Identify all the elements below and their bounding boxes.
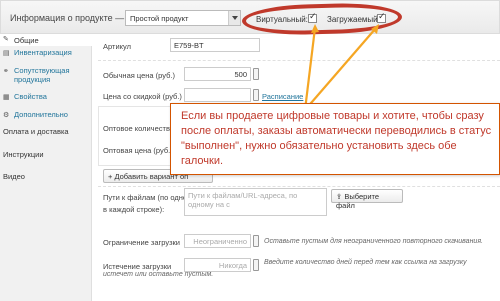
arrowhead-virtual bbox=[311, 24, 319, 33]
annotation-callout: Если вы продаете цифровые товары и хотит… bbox=[170, 103, 500, 175]
arrow-to-virtual bbox=[303, 27, 317, 111]
arrow-to-downloadable bbox=[304, 27, 377, 111]
annotation-text: Если вы продаете цифровые товары и хотит… bbox=[181, 110, 492, 167]
